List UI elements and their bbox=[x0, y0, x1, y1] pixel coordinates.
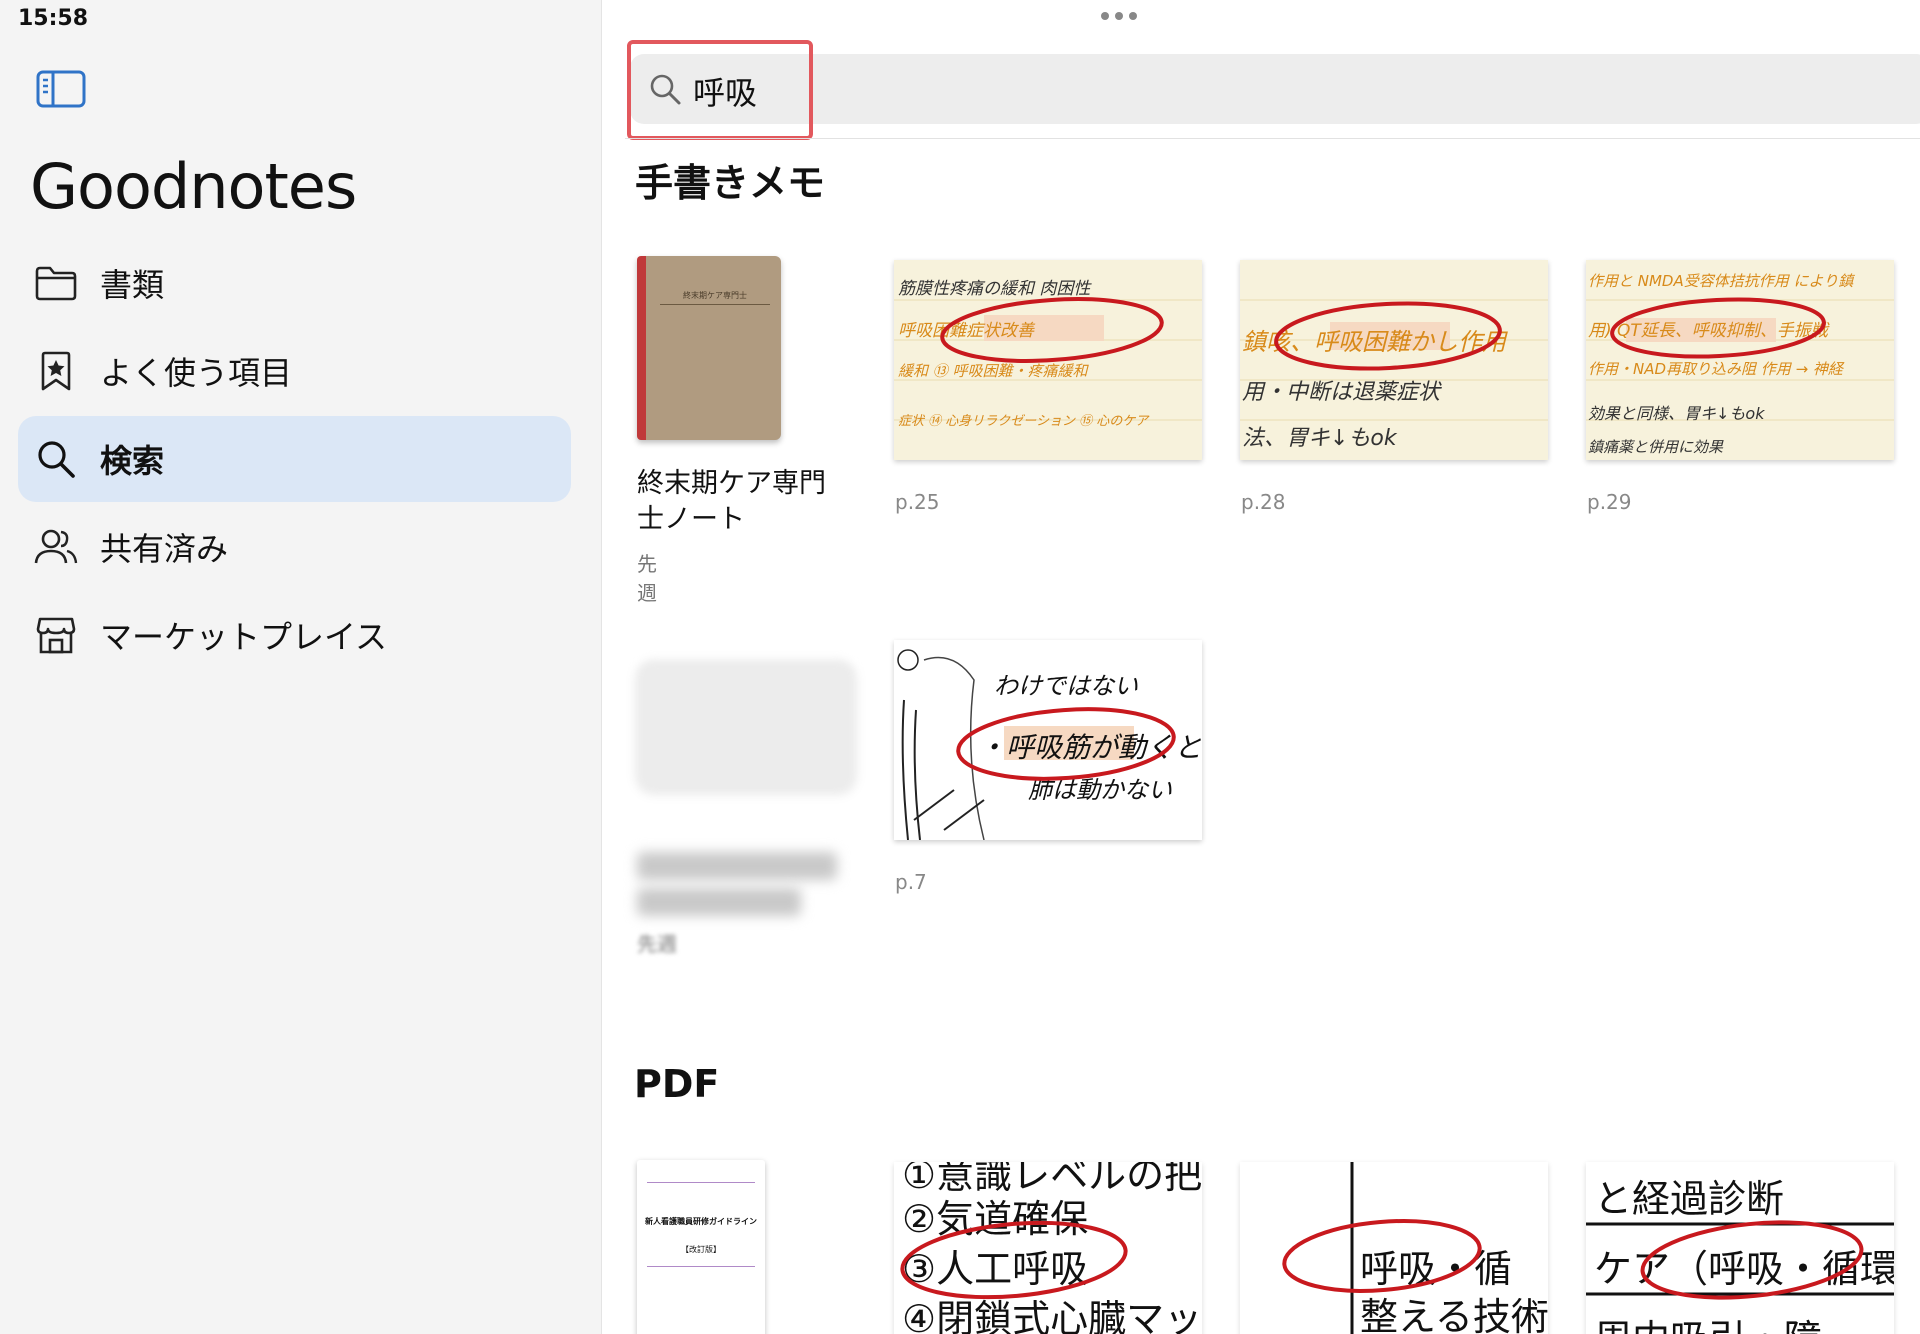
blurred-notebook-cover[interactable] bbox=[637, 660, 855, 790]
note-line: 緩和 ⑬ 呼吸困難・疼痛緩和 bbox=[898, 362, 1088, 380]
more-options-icon[interactable] bbox=[1101, 12, 1137, 20]
sidebar-item-search[interactable]: 検索 bbox=[18, 416, 571, 502]
sidebar-item-favorites[interactable]: よく使う項目 bbox=[18, 328, 571, 414]
page-label: p.25 bbox=[895, 490, 940, 514]
pdf-cover-rule bbox=[647, 1182, 755, 1183]
sidebar-item-label: 書類 bbox=[100, 266, 165, 304]
sidebar-item-label: 共有済み bbox=[100, 530, 229, 568]
search-input[interactable] bbox=[693, 66, 1093, 116]
pdf-line: 整える技術 bbox=[1360, 1295, 1548, 1334]
pdf-page-thumbnail[interactable]: ①意識レベルの把 ②気道確保 ③人工呼吸 ④閉鎖式心臓マッサ bbox=[894, 1162, 1202, 1334]
pdf-line: 周内吸引・障 bbox=[1594, 1308, 1822, 1334]
pdf-line: ③人工呼吸 bbox=[902, 1247, 1089, 1291]
section-title-handwritten: 手書きメモ bbox=[635, 161, 826, 205]
notebook-cover: 終末期ケア専門士 bbox=[637, 256, 781, 440]
pdf-page-thumbnail[interactable]: と経過診断 ケア（呼吸・循環 周内吸引・障 bbox=[1586, 1162, 1894, 1334]
status-time: 15:58 bbox=[18, 6, 89, 31]
store-icon bbox=[34, 613, 78, 657]
page-label: p.7 bbox=[895, 870, 927, 894]
sidebar-item-shared[interactable]: 共有済み bbox=[18, 504, 571, 590]
note-line: 効果と同様、胃キ↓もok bbox=[1588, 404, 1765, 423]
page-label: p.28 bbox=[1241, 490, 1286, 514]
note-line: 肺は動かない bbox=[1028, 776, 1172, 804]
sidebar-item-documents[interactable]: 書類 bbox=[18, 240, 571, 326]
pdf-line: 呼吸・循 bbox=[1360, 1247, 1513, 1291]
main-content: 手書きメモ 終末期ケア専門士 終末期ケア専門士ノート 先週 筋膜性疼痛の緩和 肉… bbox=[603, 0, 1920, 1334]
search-icon bbox=[34, 437, 78, 481]
blurred-notebook-title bbox=[637, 852, 837, 880]
note-line: 作用と NMDA受容体拮抗作用 により鎮 bbox=[1588, 272, 1854, 290]
notebook-date: 先週 bbox=[637, 552, 657, 605]
pdf-line: ②気道確保 bbox=[902, 1197, 1089, 1241]
note-line: わけではない bbox=[994, 672, 1138, 700]
bookmark-star-icon bbox=[34, 349, 78, 393]
note-line: 筋膜性疼痛の緩和 肉困性 bbox=[898, 279, 1091, 299]
page-label: p.29 bbox=[1587, 490, 1632, 514]
page-thumbnail[interactable]: 鎮咳、呼吸困難かし作用 用・中断は退薬症状 法、胃キ↓もok bbox=[1240, 260, 1548, 460]
notebook-title: 終末期ケア専門士ノート bbox=[637, 468, 826, 535]
app-title: Goodnotes bbox=[30, 150, 357, 223]
sidebar-toggle-icon[interactable] bbox=[36, 68, 86, 112]
sidebar-item-label: マーケットプレイス bbox=[100, 618, 388, 656]
pdf-page-thumbnail[interactable]: 呼吸・循 整える技術 bbox=[1240, 1162, 1548, 1334]
pdf-cover-title: 新人看護職員研修ガイドライン bbox=[645, 1217, 757, 1226]
sidebar: 15:58 Goodnotes 書類 よく使う項目 検索 共有済み マーケットプ… bbox=[0, 0, 602, 1334]
sidebar-item-label: よく使う項目 bbox=[100, 354, 293, 392]
pdf-cover-rule bbox=[647, 1266, 755, 1267]
sidebar-item-label: 検索 bbox=[100, 442, 165, 480]
note-line: 用・中断は退薬症状 bbox=[1242, 380, 1441, 405]
page-thumbnail[interactable]: わけではない ・呼吸筋が動くと 肺は動かない bbox=[894, 640, 1202, 840]
sidebar-nav: 書類 よく使う項目 検索 共有済み マーケットプレイス bbox=[18, 240, 571, 680]
note-line: ・呼吸筋が動くと bbox=[978, 731, 1202, 764]
blurred-notebook-title bbox=[637, 888, 801, 916]
sidebar-item-marketplace[interactable]: マーケットプレイス bbox=[18, 592, 571, 678]
notebook-date: 先週 bbox=[637, 932, 677, 956]
page-thumbnail[interactable]: 作用と NMDA受容体拮抗作用 により鎮 用) QT延長、呼吸抑制、手振戦 作用… bbox=[1586, 260, 1894, 460]
note-line: 鎮咳、呼吸困難かし作用 bbox=[1242, 328, 1506, 356]
page-thumbnail[interactable]: 筋膜性疼痛の緩和 肉困性 呼吸困難症状改善 緩和 ⑬ 呼吸困難・疼痛緩和 症状 … bbox=[894, 260, 1202, 460]
note-line: 用) QT延長、呼吸抑制、手振戦 bbox=[1588, 321, 1828, 341]
pdf-line: ケア（呼吸・循環 bbox=[1594, 1247, 1894, 1291]
notebook-cover-label: 終末期ケア専門士 bbox=[660, 290, 770, 305]
note-line: 鎮痛薬と併用に効果 bbox=[1588, 438, 1724, 456]
pdf-cover-subtitle: 【改訂版】 bbox=[681, 1245, 721, 1254]
people-icon bbox=[34, 525, 78, 569]
search-icon bbox=[648, 72, 682, 110]
folder-icon bbox=[34, 261, 78, 305]
note-line: 症状 ⑭ 心身リラクゼーション ⑮ 心のケア bbox=[898, 414, 1149, 429]
note-line: 呼吸困難症状改善 bbox=[898, 321, 1034, 341]
divider bbox=[625, 138, 1920, 139]
section-title-pdf: PDF bbox=[634, 1062, 720, 1106]
pdf-line: ④閉鎖式心臓マッサ bbox=[902, 1297, 1202, 1334]
pdf-cover[interactable]: 新人看護職員研修ガイドライン 【改訂版】 bbox=[637, 1160, 765, 1334]
note-line: 法、胃キ↓もok bbox=[1242, 426, 1397, 451]
note-line: 作用・NAD再取り込み阻 作用 → 神経 bbox=[1588, 360, 1843, 378]
app-window: 15:58 Goodnotes 書類 よく使う項目 検索 共有済み マーケットプ… bbox=[0, 0, 1920, 1334]
